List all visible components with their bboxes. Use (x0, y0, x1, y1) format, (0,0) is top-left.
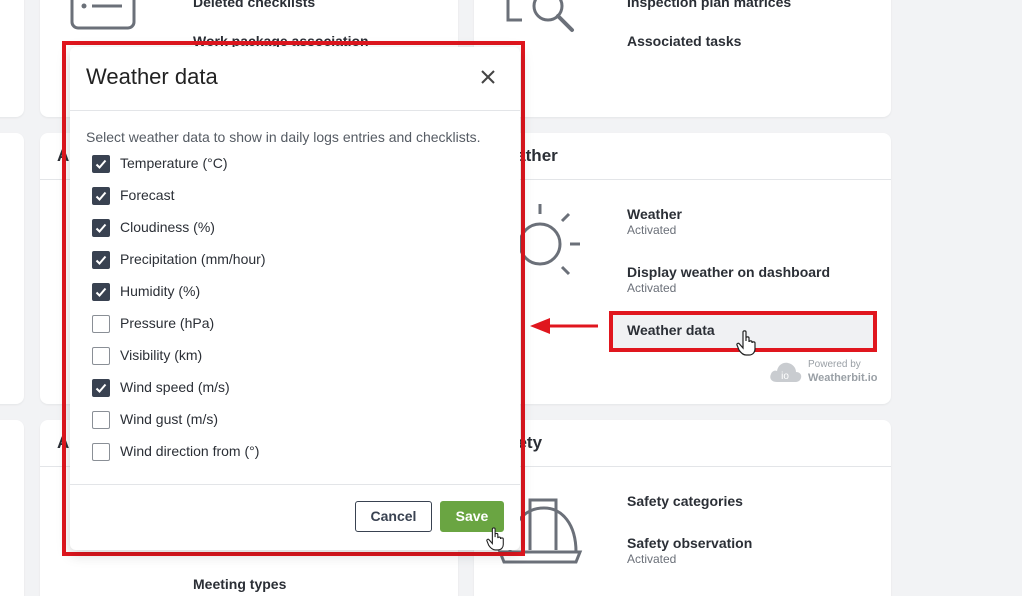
checklist-icon (70, 0, 136, 30)
edge-card-top (0, 0, 24, 117)
weather-status: Activated (627, 223, 677, 237)
edge-card-mid (0, 133, 24, 404)
link-meeting-types[interactable]: Meeting types (193, 576, 286, 592)
option-label: Precipitation (mm/hour) (120, 251, 266, 267)
display-weather-status: Activated (627, 281, 677, 295)
link-display-weather-on-dashboard[interactable]: Display weather on dashboard (627, 264, 830, 280)
check-icon (95, 383, 107, 393)
weather-option[interactable]: Visibility (km) (92, 346, 392, 366)
option-label: Wind direction from (°) (120, 443, 260, 459)
weather-option[interactable]: Temperature (°C) (92, 154, 392, 174)
hand-cursor-icon (736, 330, 756, 356)
hand-cursor-icon (486, 527, 504, 551)
dialog-title: Weather data (86, 64, 218, 89)
settings-card-safety: Safety Safety categories Safety observat… (474, 420, 891, 596)
cancel-button[interactable]: Cancel (355, 501, 432, 532)
header-divider (70, 110, 520, 111)
check-icon (95, 287, 107, 297)
option-checkbox[interactable] (92, 155, 110, 173)
weather-option[interactable]: Pressure (hPa) (92, 314, 392, 334)
link-safety-observation[interactable]: Safety observation (627, 535, 752, 551)
check-icon (95, 191, 107, 201)
footer-divider (70, 484, 520, 485)
weather-option[interactable]: Wind direction from (°) (92, 442, 392, 462)
check-icon (95, 159, 107, 169)
option-checkbox[interactable] (92, 315, 110, 333)
link-associated-tasks[interactable]: Associated tasks (627, 33, 741, 49)
option-label: Temperature (°C) (120, 155, 228, 171)
close-icon[interactable] (478, 67, 498, 87)
weather-option[interactable]: Precipitation (mm/hour) (92, 250, 392, 270)
safety-observation-status: Activated (627, 552, 677, 566)
settings-card-inspection: Inspection plan matrices Associated task… (474, 0, 891, 117)
option-label: Humidity (%) (120, 283, 201, 299)
weather-data-dialog: Weather data Select weather data to show… (70, 47, 520, 551)
weather-option[interactable]: Forecast (92, 186, 392, 206)
link-deleted-checklists[interactable]: Deleted checklists (193, 0, 315, 10)
option-checkbox[interactable] (92, 379, 110, 397)
option-checkbox[interactable] (92, 187, 110, 205)
weather-option[interactable]: Cloudiness (%) (92, 218, 392, 238)
weather-option[interactable]: Humidity (%) (92, 282, 392, 302)
check-icon (95, 255, 107, 265)
weather-option[interactable]: Wind speed (m/s) (92, 378, 392, 398)
magnifier-icon (506, 0, 574, 32)
option-checkbox[interactable] (92, 283, 110, 301)
option-checkbox[interactable] (92, 347, 110, 365)
option-label: Pressure (hPa) (120, 315, 215, 331)
link-safety-categories[interactable]: Safety categories (627, 493, 743, 509)
edge-card-bottom (0, 420, 24, 596)
option-label: Cloudiness (%) (120, 219, 215, 235)
option-checkbox[interactable] (92, 219, 110, 237)
weatherbit-label: Weatherbit.io (808, 372, 878, 384)
dialog-description: Select weather data to show in daily log… (86, 129, 481, 145)
option-label: Wind speed (m/s) (120, 379, 230, 395)
powered-by-weatherbit: io Powered by Weatherbit.io (769, 358, 879, 386)
option-label: Wind gust (m/s) (120, 411, 219, 427)
link-inspection-plan-matrices[interactable]: Inspection plan matrices (627, 0, 791, 10)
weather-option[interactable]: Wind gust (m/s) (92, 410, 392, 430)
option-checkbox[interactable] (92, 251, 110, 269)
svg-text:io: io (781, 371, 789, 382)
powered-by-label: Powered by (808, 359, 861, 370)
option-label: Forecast (120, 187, 175, 203)
weatherbit-logo-icon: io (770, 362, 802, 382)
option-label: Visibility (km) (120, 347, 203, 363)
option-checkbox[interactable] (92, 411, 110, 429)
link-weather[interactable]: Weather (627, 206, 682, 222)
option-checkbox[interactable] (92, 443, 110, 461)
arrow-icon (530, 318, 598, 334)
check-icon (95, 223, 107, 233)
